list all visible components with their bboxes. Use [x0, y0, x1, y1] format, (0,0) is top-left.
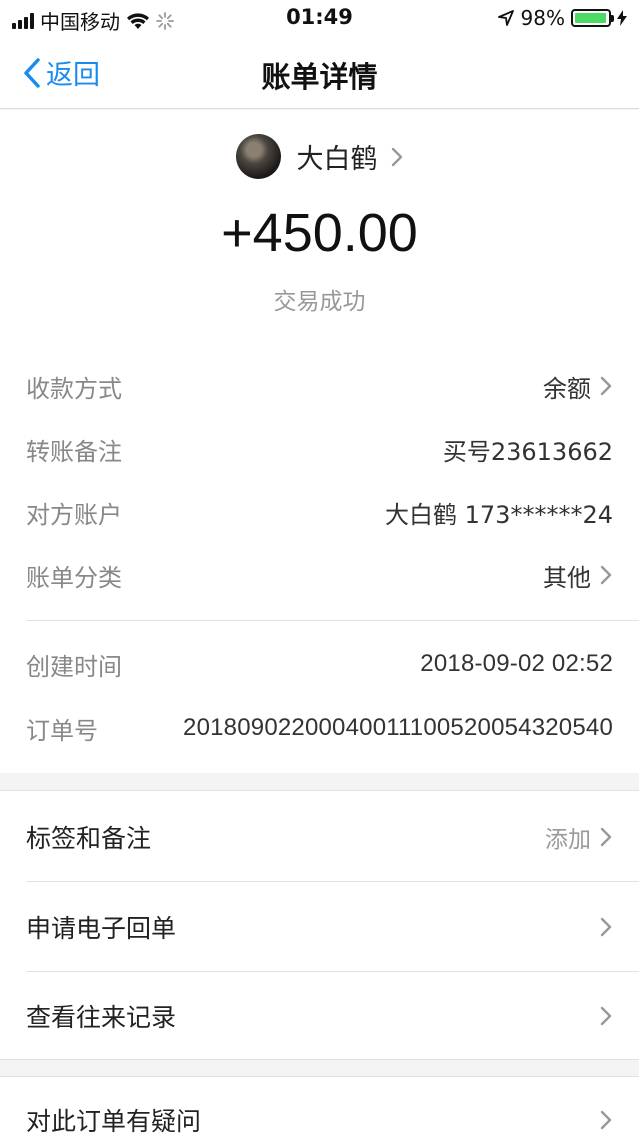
nav-bar: 返回 账单详情 [0, 36, 639, 109]
back-button[interactable]: 返回 [22, 53, 100, 92]
action-right [599, 1005, 613, 1027]
action-right [599, 916, 613, 938]
detail-label: 对方账户 [26, 500, 122, 529]
chevron-right-icon [600, 376, 612, 396]
detail-row-counterparty: 对方账户 大白鹤 173******24 [26, 492, 613, 532]
chevron-right-icon [600, 827, 612, 847]
avatar [235, 134, 281, 179]
meta-label: 创建时间 [26, 652, 122, 681]
action-right: 添加 [545, 820, 613, 854]
payer-name: 大白鹤 [296, 144, 378, 175]
divider [26, 620, 639, 621]
back-label: 返回 [46, 60, 100, 91]
meta-label: 订单号 [26, 716, 98, 745]
battery-fill [575, 13, 607, 23]
action-right [599, 1109, 613, 1131]
bill-detail-card: 大白鹤 +450.00 交易成功 收款方式 余额 转账备注 买号23613662… [0, 110, 639, 773]
add-label: 添加 [545, 827, 591, 853]
tags-notes-item[interactable]: 标签和备注 添加 [26, 793, 613, 881]
e-receipt-item[interactable]: 申请电子回单 [26, 883, 613, 971]
transfer-note-value: 买号23613662 [442, 437, 613, 466]
meta-row-created-time: 创建时间 2018-09-02 02:52 [26, 644, 613, 684]
action-label: 对此订单有疑问 [26, 1107, 202, 1136]
meta-row-order-number: 订单号 20180902200040011100520054320540 [26, 708, 613, 748]
action-label: 申请电子回单 [26, 914, 177, 943]
status-bar: 中国移动 01:49 98% [0, 0, 639, 36]
history-records-item[interactable]: 查看往来记录 [26, 972, 613, 1060]
action-label: 查看往来记录 [26, 1003, 177, 1032]
action-list-secondary: 对此订单有疑问 [0, 1076, 639, 1136]
amount: +450.00 [221, 203, 418, 263]
chevron-right-icon [391, 147, 402, 166]
detail-label: 账单分类 [26, 563, 122, 592]
charging-icon [617, 10, 627, 26]
detail-value: 余额 [543, 369, 613, 404]
detail-row-transfer-note: 转账备注 买号23613662 [26, 429, 613, 469]
payer-row[interactable]: 大白鹤 [0, 134, 639, 179]
counterparty-value: 大白鹤 173******24 [385, 500, 613, 529]
chevron-right-icon [600, 1006, 612, 1026]
action-list: 标签和备注 添加 申请电子回单 查看往来记录 [0, 790, 639, 1060]
payment-method-value: 余额 [543, 374, 591, 403]
battery-percent: 98% [520, 6, 565, 30]
location-icon [497, 10, 514, 26]
chevron-right-icon [600, 565, 612, 585]
action-label: 标签和备注 [26, 824, 152, 853]
back-chevron-icon [24, 57, 40, 88]
order-number-value: 20180902200040011100520054320540 [183, 714, 613, 741]
chevron-right-icon [600, 917, 612, 937]
detail-row-payment-method[interactable]: 收款方式 余额 [26, 366, 613, 406]
detail-value: 其他 [543, 558, 613, 593]
chevron-right-icon [600, 1110, 612, 1130]
order-question-item[interactable]: 对此订单有疑问 [26, 1077, 613, 1136]
battery-icon [571, 9, 614, 27]
detail-row-category[interactable]: 账单分类 其他 [26, 555, 613, 595]
detail-label: 收款方式 [26, 374, 122, 403]
divider [26, 881, 639, 882]
status-right: 98% [497, 6, 627, 30]
category-value: 其他 [543, 563, 591, 592]
transaction-status: 交易成功 [273, 289, 366, 315]
detail-label: 转账备注 [26, 437, 122, 466]
created-time-value: 2018-09-02 02:52 [420, 650, 613, 677]
